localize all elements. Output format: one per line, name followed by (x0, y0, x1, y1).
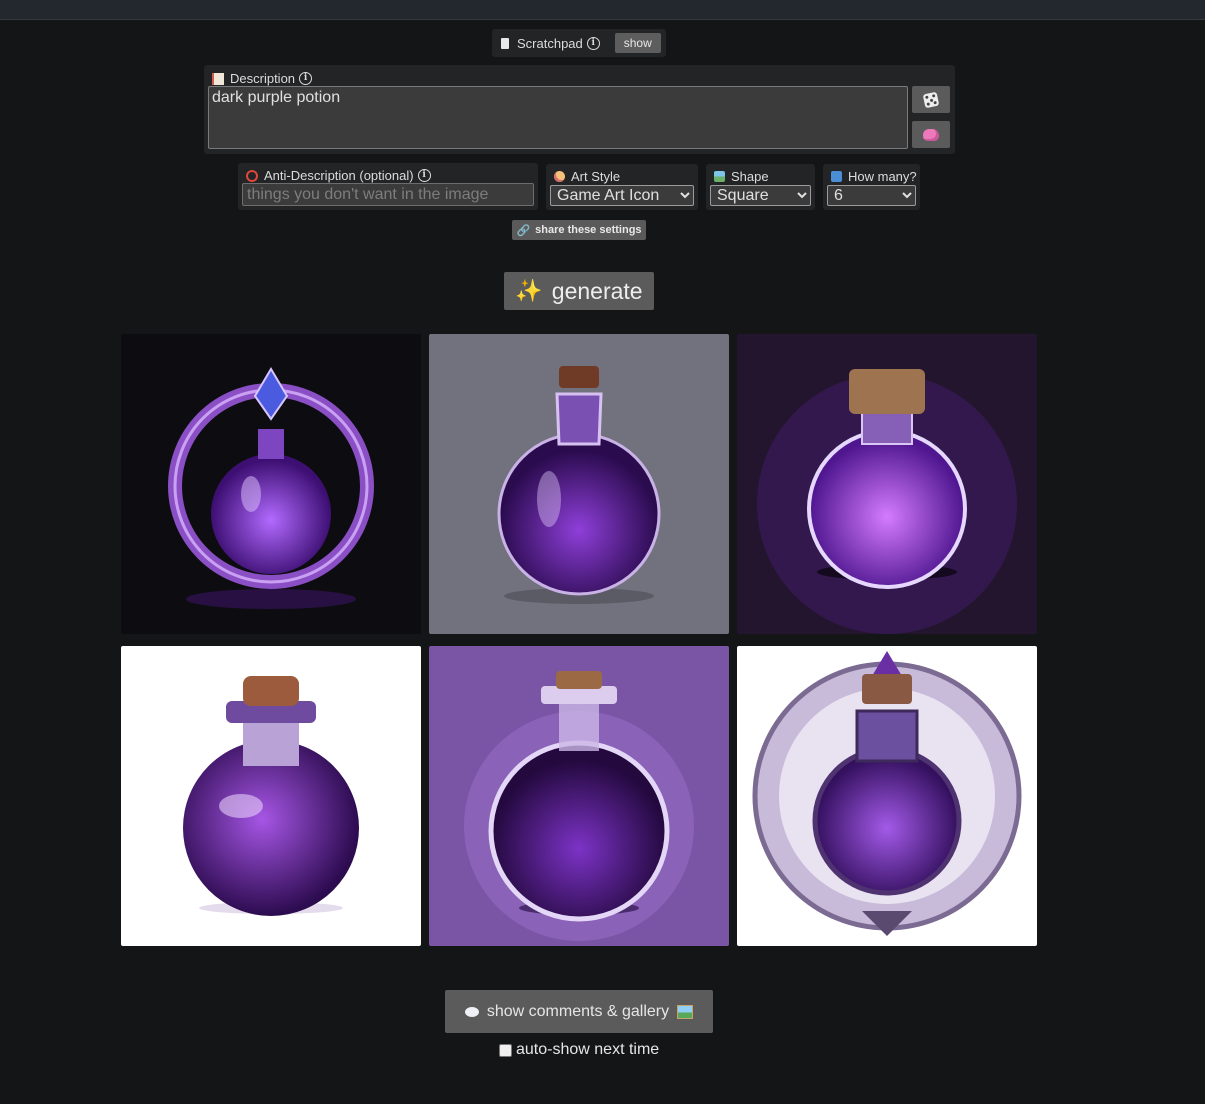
dice-icon (922, 91, 940, 108)
info-icon[interactable]: i (417, 169, 431, 182)
framed-picture-icon (677, 1004, 694, 1019)
art-style-header: Art Style (554, 169, 620, 184)
potion-illustration-2 (497, 366, 661, 604)
speech-bubble-icon (464, 1006, 479, 1017)
description-header: Description i (212, 71, 313, 86)
art-style-select[interactable]: Game Art Icon (550, 185, 694, 206)
how-many-panel: How many? 6 (823, 164, 920, 210)
sparkles-icon: ✨ (515, 278, 543, 303)
anti-description-header: Anti-Description (optional) i (246, 168, 431, 183)
random-description-button[interactable] (912, 86, 950, 113)
potion-illustration-6 (752, 651, 1022, 936)
auto-show-checkbox[interactable] (499, 1043, 512, 1057)
generated-image-2[interactable] (429, 334, 729, 634)
show-comments-gallery-button[interactable]: show comments & gallery (445, 990, 713, 1033)
how-many-select[interactable]: 6 (827, 185, 916, 206)
scratchpad-bar: Scratchpad i show (492, 29, 666, 57)
auto-show-toggle[interactable]: auto-show next time (499, 1041, 659, 1059)
generate-label: generate (551, 277, 643, 304)
palette-icon (554, 171, 565, 182)
shape-panel: Shape Square (706, 164, 815, 210)
comments-gallery-label: show comments & gallery (486, 1002, 670, 1020)
share-label: share these settings (535, 224, 642, 236)
anti-description-input[interactable] (242, 183, 534, 206)
potion-illustration-4 (183, 676, 359, 916)
memo-icon (212, 72, 224, 85)
share-settings-button[interactable]: 🔗 share these settings (512, 220, 646, 240)
info-icon[interactable]: i (586, 36, 600, 50)
generated-image-1[interactable] (121, 334, 421, 634)
scratchpad-show-button[interactable]: show (614, 33, 661, 53)
how-many-header: How many? (831, 169, 917, 184)
scratchpad-label: Scratchpad (517, 35, 583, 51)
link-icon: 🔗 (516, 224, 531, 237)
description-input[interactable] (208, 86, 908, 149)
shape-header: Shape (714, 169, 769, 184)
generated-image-5[interactable] (429, 646, 729, 946)
browser-top-bar (0, 0, 1205, 20)
potion-illustration-5 (464, 671, 694, 941)
landscape-icon (714, 171, 725, 182)
generated-image-4[interactable] (121, 646, 421, 946)
auto-show-label: auto-show next time (516, 1041, 660, 1058)
description-label: Description (230, 71, 296, 86)
brain-icon (923, 128, 939, 141)
shape-select[interactable]: Square (710, 185, 811, 206)
generate-button[interactable]: ✨ generate (504, 272, 654, 310)
art-style-panel: Art Style Game Art Icon (546, 164, 698, 210)
how-many-label: How many? (848, 169, 917, 184)
notepad-icon (501, 37, 509, 49)
anti-description-label: Anti-Description (optional) (264, 168, 414, 183)
generated-image-6[interactable] (737, 646, 1037, 946)
enhance-description-button[interactable] (912, 121, 950, 148)
description-panel: Description i (204, 65, 955, 154)
prohibited-icon (246, 169, 258, 182)
anti-description-panel: Anti-Description (optional) i (238, 163, 538, 210)
generated-image-3[interactable] (737, 334, 1037, 634)
numbers-icon (831, 171, 842, 182)
info-icon[interactable]: i (299, 72, 313, 85)
potion-illustration-3 (757, 369, 1017, 634)
shape-label: Shape (731, 169, 769, 184)
potion-illustration-1 (168, 367, 374, 609)
art-style-label: Art Style (571, 169, 621, 184)
